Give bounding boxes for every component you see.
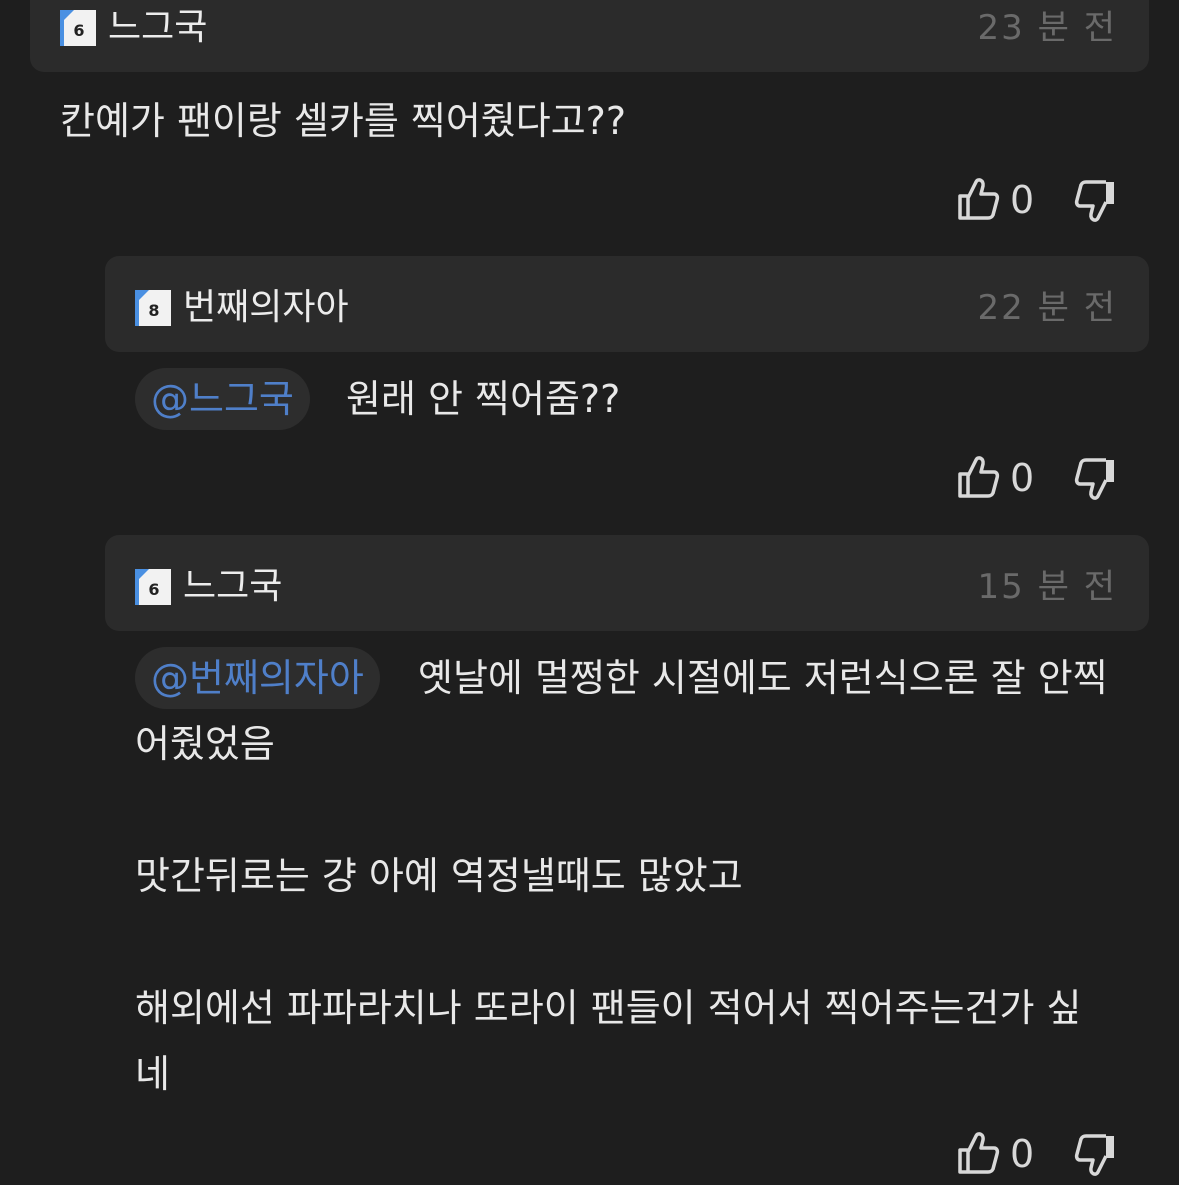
comment-header: 8 번째의자아 22 분 전 [105, 256, 1149, 352]
comment-text-line: 해외에선 파파라치나 또라이 팬들이 적어서 찍어주는건가 싶 [135, 986, 1082, 1030]
level-badge-icon: 8 [135, 290, 171, 326]
thumbs-down-icon[interactable] [1074, 178, 1118, 224]
like-count: 0 [1010, 456, 1035, 500]
comment-header: 6 느그국 15 분 전 [105, 535, 1149, 631]
thumbs-down-icon[interactable] [1074, 1132, 1118, 1178]
mention-tag[interactable]: @느그국 [135, 368, 310, 430]
level-badge-icon: 6 [60, 10, 96, 46]
svg-text:6: 6 [73, 21, 84, 40]
comment-time: 22 분 전 [977, 288, 1117, 328]
level-badge-icon: 6 [135, 569, 171, 605]
comment-author[interactable]: 느그국 [108, 4, 207, 52]
comment-text: 원래 안 찍어줌?? [346, 377, 621, 421]
svg-text:6: 6 [148, 580, 159, 599]
like-count: 0 [1010, 1132, 1035, 1176]
thumbs-down-icon[interactable] [1074, 456, 1118, 502]
comment-thread: 6 느그국 23 분 전 칸예가 팬이랑 셀카를 찍어줬다고?? 0 8 번째의… [0, 0, 1179, 1185]
comment-time: 15 분 전 [977, 567, 1117, 607]
mention-tag[interactable]: @번째의자아 [135, 647, 380, 709]
vote-controls: 0 [956, 174, 1126, 226]
thumbs-up-icon[interactable] [956, 1130, 1000, 1176]
comment-author[interactable]: 번째의자아 [183, 284, 349, 332]
vote-controls: 0 [956, 452, 1126, 504]
comment-text-line: 네 [135, 1052, 170, 1096]
vote-controls: 0 [956, 1128, 1126, 1180]
comment-header: 6 느그국 23 분 전 [30, 0, 1149, 72]
comment-author[interactable]: 느그국 [183, 563, 282, 611]
comment-text: 칸예가 팬이랑 셀카를 찍어줬다고?? [60, 99, 627, 143]
comment-text-line: 옛날에 멀쩡한 시절에도 저런식으론 잘 안찍 [418, 656, 1108, 700]
thumbs-up-icon[interactable] [956, 176, 1000, 222]
comment-text-line: 어줬었음 [135, 722, 275, 766]
svg-text:8: 8 [148, 301, 159, 320]
like-count: 0 [1010, 178, 1035, 222]
comment-text-line: 맛간뒤로는 걍 아예 역정낼때도 많았고 [135, 854, 743, 898]
comment-time: 23 분 전 [977, 8, 1117, 48]
thumbs-up-icon[interactable] [956, 454, 1000, 500]
